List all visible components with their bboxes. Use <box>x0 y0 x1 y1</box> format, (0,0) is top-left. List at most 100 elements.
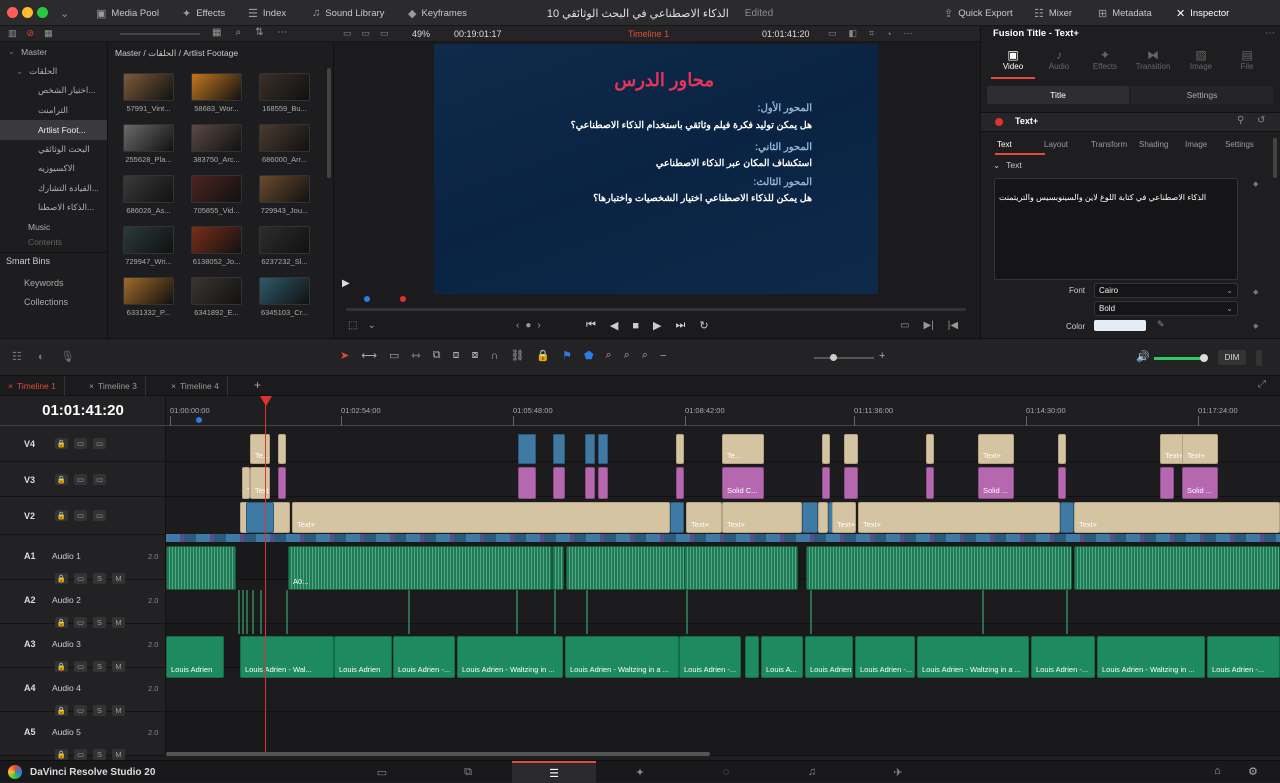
keyframe-icon[interactable]: ◆ <box>1253 180 1258 188</box>
flag-icon[interactable]: ⚑ <box>562 349 572 362</box>
page-fusion[interactable]: ✦ <box>598 761 682 783</box>
title-clip[interactable] <box>822 434 830 464</box>
bin-item[interactable]: القيادة التشارك... <box>0 179 107 199</box>
toggle-track-icon[interactable]: ▭ <box>93 474 106 485</box>
auto-select-icon[interactable]: ▭ <box>74 749 87 760</box>
zoom-full-icon[interactable]: ⌕ <box>606 349 612 362</box>
audio-clip[interactable] <box>806 546 1072 590</box>
timeline-name[interactable]: Timeline 1 <box>628 29 669 39</box>
text-section-header[interactable]: ⌄ Text <box>993 160 1022 171</box>
mixer-button[interactable]: ☷ Mixer <box>1034 0 1072 26</box>
audio-clip[interactable]: Louis Adrien <box>166 636 224 678</box>
solid-clip[interactable] <box>585 467 595 499</box>
scrollbar[interactable] <box>327 68 331 178</box>
media-clip[interactable]: 6331332_P... <box>123 277 174 317</box>
title-clip[interactable]: Text+ <box>686 502 722 533</box>
prev-clip-icon[interactable]: |◀ <box>948 320 958 331</box>
audio-clip[interactable]: Louis Adrien - Waltzing in ... <box>1097 636 1205 678</box>
viewer-dual-icon[interactable]: ▭ <box>380 28 389 39</box>
bin-item[interactable]: الذكاء الاصطنا... <box>0 198 107 218</box>
audio-clip[interactable]: Louis Adrien <box>334 636 392 678</box>
safe-area-icon[interactable]: ▭ <box>828 28 837 39</box>
tab-audio[interactable]: ♪ Audio <box>1037 48 1081 71</box>
search-icon[interactable]: ⌕ <box>235 27 241 38</box>
media-clip[interactable]: 6341892_E... <box>191 277 242 317</box>
timeline-ruler[interactable]: 01:00:00:00 01:02:54:00 01:05:48:00 01:08:4… <box>166 396 1280 426</box>
viewer-scrubber[interactable] <box>346 308 966 311</box>
reset-icon[interactable]: ↺ <box>1257 115 1265 126</box>
tab-timeline-4[interactable]: × Timeline 4 <box>163 376 228 396</box>
bin-item-contents[interactable]: Contents <box>0 237 107 247</box>
linked-selection-icon[interactable]: ⛓ <box>510 349 524 362</box>
media-clip[interactable]: 6138052_Jo... <box>191 226 242 266</box>
grid-view-icon[interactable]: ▦ <box>212 27 221 38</box>
overwrite-clip-icon[interactable]: ⧈ <box>452 349 459 362</box>
tab-video[interactable]: ▣ Video <box>991 48 1035 71</box>
go-to-end-icon[interactable]: ⏭ <box>676 319 686 332</box>
keyframe-icon[interactable]: ◆ <box>1253 322 1258 330</box>
solid-clip[interactable] <box>1058 467 1066 499</box>
link-icon[interactable]: ⊘ <box>27 28 35 39</box>
media-clip[interactable]: 686026_As... <box>123 175 174 215</box>
selection-tool-icon[interactable]: ➤ <box>340 349 349 362</box>
tab-text-shading[interactable]: Shading <box>1139 140 1168 149</box>
effects-button[interactable]: ✦ Effects <box>182 0 225 26</box>
minimize-window-button[interactable] <box>22 7 33 18</box>
media-clip[interactable]: 6237232_Sl... <box>259 226 310 266</box>
solo-button[interactable]: S <box>93 749 106 760</box>
zoom-detail-icon[interactable]: ⌕ <box>624 349 630 362</box>
tab-effects[interactable]: ✦ Effects <box>1083 48 1127 71</box>
title-clip[interactable]: Text <box>242 467 250 499</box>
inspector-button[interactable]: ✕ Inspector <box>1176 0 1229 26</box>
audio-clip[interactable]: Louis Adrien - Waltzing in ... <box>457 636 563 678</box>
next-clip-icon[interactable]: ▶| <box>923 320 933 331</box>
viewer-canvas[interactable]: محاور الدرس المحور الأول: هل يمكن توليد … <box>434 44 878 294</box>
audio-clip[interactable]: Louis Adrien -... <box>1031 636 1095 678</box>
close-window-button[interactable] <box>7 7 18 18</box>
lock-icon[interactable]: 🔒 <box>55 474 68 485</box>
auto-select-icon[interactable]: ▭ <box>74 438 87 449</box>
list-view-icon[interactable]: ▦ <box>44 28 53 39</box>
title-clip[interactable]: Text+ <box>978 434 1014 464</box>
index-button[interactable]: ☰ Index <box>248 0 286 26</box>
audio-clip[interactable]: Louis Adrien - Wal... <box>240 636 334 678</box>
audio-clip[interactable]: Louis Adrien -... <box>805 636 853 678</box>
solid-clip[interactable] <box>553 467 565 499</box>
timeline-scrollbar[interactable] <box>166 752 710 756</box>
media-clip[interactable]: 705855_Vid... <box>191 175 242 215</box>
expand-icon[interactable]: ⤢ <box>1258 379 1266 390</box>
title-clip[interactable]: Text+ <box>1074 502 1280 533</box>
title-clip[interactable]: Text+ <box>722 502 802 533</box>
go-to-start-icon[interactable]: ⏮ <box>586 319 596 332</box>
jog-left-icon[interactable]: ‹ <box>516 320 519 331</box>
page-cut[interactable]: ⧉ <box>426 761 510 783</box>
close-icon[interactable]: × <box>171 381 176 391</box>
solid-clip[interactable]: Solid ... <box>1182 467 1218 499</box>
audio-clip[interactable]: Louis Adrien -... <box>855 636 915 678</box>
page-fairlight[interactable]: ♫ <box>770 761 854 783</box>
dynamic-trim-icon[interactable]: ⇿ <box>411 349 420 362</box>
video-clip[interactable] <box>802 502 818 533</box>
bin-item[interactable]: اختيار الشخص... <box>0 81 107 101</box>
solid-clip[interactable] <box>676 467 684 499</box>
solid-clip[interactable] <box>822 467 830 499</box>
audio-clip[interactable]: A0... <box>288 546 552 590</box>
tab-timeline-3[interactable]: × Timeline 3 <box>81 376 146 396</box>
zoom-in-icon[interactable]: + <box>879 350 885 362</box>
audio-track-header[interactable]: A4 Audio 4 2.0 🔒 ▭ S M <box>0 668 166 716</box>
add-timeline-icon[interactable]: + <box>254 378 261 392</box>
lock-icon[interactable]: 🔒 <box>55 438 68 449</box>
lock-icon[interactable]: 🔒 <box>55 510 68 521</box>
tab-text-settings[interactable]: Settings <box>1225 140 1254 149</box>
audio-clip[interactable] <box>166 546 236 590</box>
video-clip[interactable] <box>553 434 565 464</box>
solid-clip[interactable]: Solid C... <box>722 467 764 499</box>
transform-icon[interactable]: ⌗ <box>869 28 874 39</box>
media-clip[interactable]: 383750_Arc... <box>191 124 242 164</box>
page-edit[interactable]: ☰ <box>512 761 596 783</box>
overlay-icon[interactable]: ◔ <box>886 29 891 39</box>
title-clip[interactable] <box>818 502 828 533</box>
keyframes-button[interactable]: ◆ Keyframes <box>408 0 467 26</box>
thumbnail-size-slider[interactable] <box>120 33 200 35</box>
media-clip[interactable]: 168559_Bu... <box>259 73 310 113</box>
